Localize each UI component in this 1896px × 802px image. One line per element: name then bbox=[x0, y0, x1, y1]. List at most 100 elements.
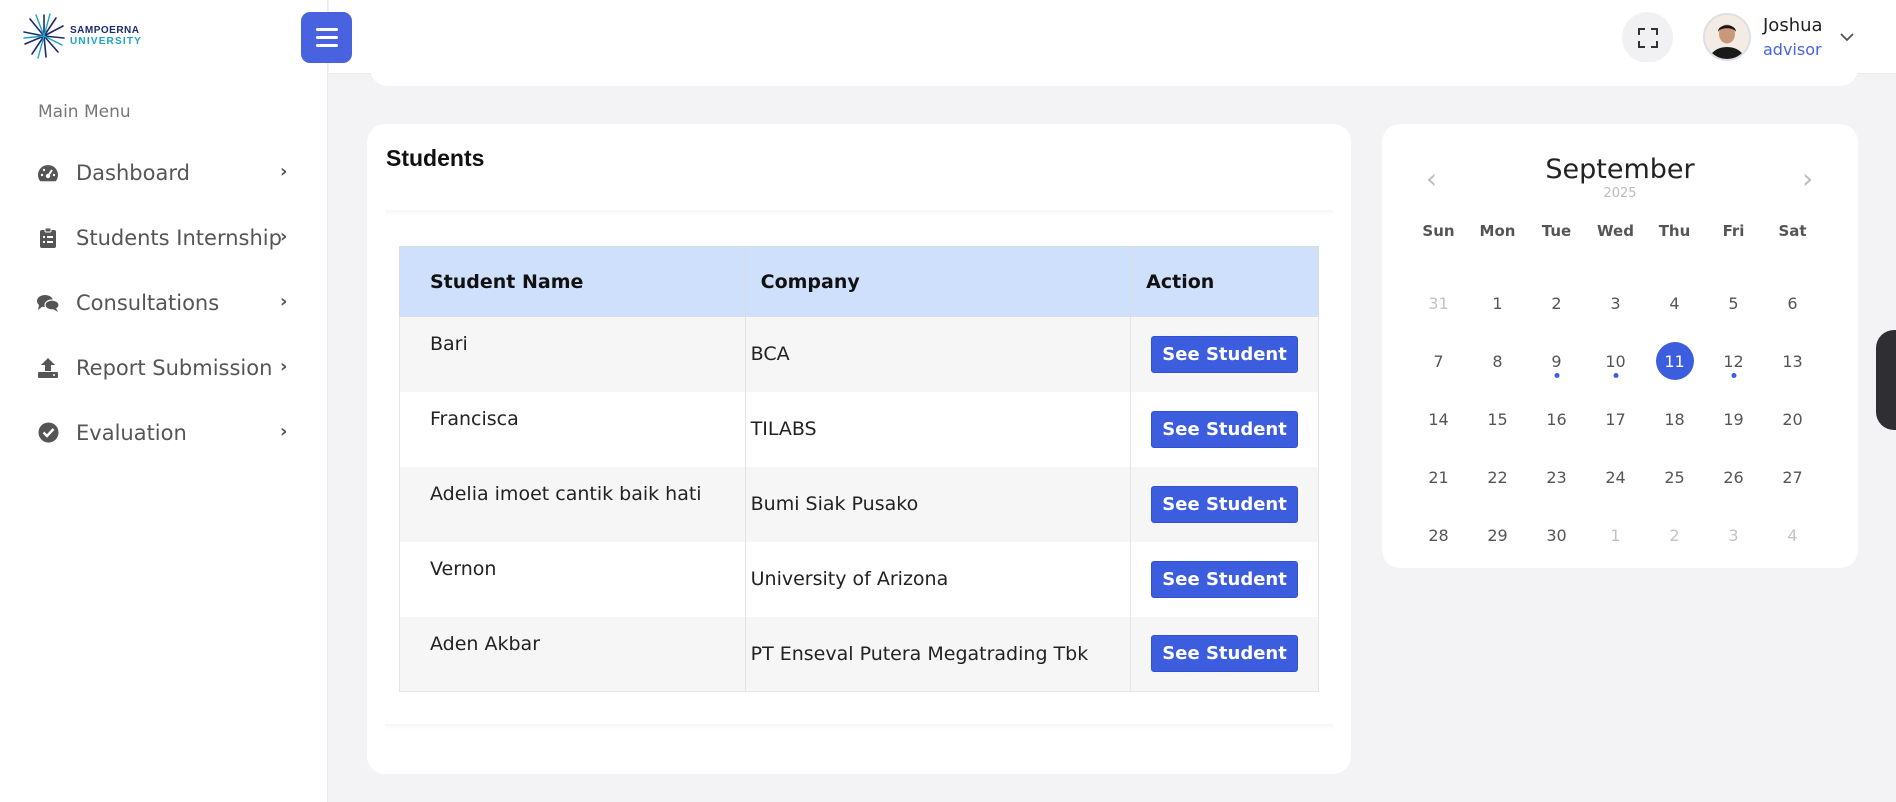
company-name: BCA bbox=[744, 316, 1132, 392]
calendar-day[interactable]: 20 bbox=[1763, 390, 1822, 448]
see-student-button[interactable]: See Student bbox=[1151, 335, 1298, 373]
action-cell: See Student bbox=[1130, 391, 1319, 467]
calendar-day-number: 4 bbox=[1669, 293, 1680, 313]
calendar-day[interactable]: 22 bbox=[1468, 448, 1527, 506]
calendar-day-number: 10 bbox=[1605, 351, 1626, 371]
weekday-label: Fri bbox=[1722, 222, 1745, 240]
sidebar-item-consultations[interactable]: Consultations › bbox=[0, 270, 328, 335]
calendar-day-number: 21 bbox=[1428, 467, 1449, 487]
calendar-day[interactable]: 17 bbox=[1586, 390, 1645, 448]
comments-icon bbox=[36, 291, 60, 315]
fullscreen-button[interactable] bbox=[1622, 12, 1673, 63]
calendar-day-number: 1 bbox=[1610, 525, 1621, 545]
calendar-day[interactable]: 8 bbox=[1468, 332, 1527, 390]
sidebar-item-report-submission[interactable]: Report Submission › bbox=[0, 335, 328, 400]
user-info: Joshua advisor bbox=[1763, 15, 1823, 59]
check-circle-icon bbox=[36, 421, 60, 445]
company-name: Bumi Siak Pusako bbox=[744, 466, 1132, 542]
see-student-button[interactable]: See Student bbox=[1151, 635, 1298, 673]
table-row: Bari BCA See Student bbox=[399, 316, 1319, 392]
see-student-button[interactable]: See Student bbox=[1151, 410, 1298, 448]
column-header-student-name: Student Name bbox=[399, 246, 746, 317]
calendar-grid: Sun Mon Tue Wed Thu Fri Sat 31 1 2 3 4 5 6 7 8 9 10 11 12 13… bbox=[1409, 216, 1822, 564]
side-panel-tab[interactable] bbox=[1876, 330, 1896, 430]
calendar-day[interactable]: 10 bbox=[1586, 332, 1645, 390]
sidebar-item-label: Dashboard bbox=[76, 160, 190, 185]
calendar-day[interactable]: 4 bbox=[1645, 274, 1704, 332]
avatar bbox=[1703, 13, 1751, 61]
student-name: Francisca bbox=[399, 391, 746, 467]
hamburger-menu-button[interactable] bbox=[301, 12, 352, 63]
calendar-day-number: 22 bbox=[1487, 467, 1508, 487]
calendar-day[interactable]: 27 bbox=[1763, 448, 1822, 506]
column-header-action: Action bbox=[1130, 246, 1319, 317]
calendar-day[interactable]: 26 bbox=[1704, 448, 1763, 506]
sidebar: SAMPOERNA UNIVERSITY Main Menu Dashboard… bbox=[0, 0, 328, 802]
chevron-right-icon: › bbox=[280, 225, 288, 247]
calendar-day[interactable]: 15 bbox=[1468, 390, 1527, 448]
calendar-day-number: 8 bbox=[1492, 351, 1503, 371]
calendar-day-selected[interactable]: 11 bbox=[1645, 332, 1704, 390]
calendar-day[interactable]: 24 bbox=[1586, 448, 1645, 506]
weekday-label: Mon bbox=[1479, 222, 1516, 240]
student-name: Adelia imoet cantik baik hati bbox=[399, 466, 746, 542]
calendar-day[interactable]: 12 bbox=[1704, 332, 1763, 390]
calendar-day[interactable]: 29 bbox=[1468, 506, 1527, 564]
calendar-day[interactable]: 3 bbox=[1586, 274, 1645, 332]
action-cell: See Student bbox=[1130, 541, 1319, 617]
table-row: Francisca TILABS See Student bbox=[399, 391, 1319, 467]
sidebar-item-evaluation[interactable]: Evaluation › bbox=[0, 400, 328, 465]
calendar-day-number: 25 bbox=[1664, 467, 1685, 487]
calendar-day[interactable]: 23 bbox=[1527, 448, 1586, 506]
calendar-day[interactable]: 1 bbox=[1586, 506, 1645, 564]
next-month-icon[interactable]: › bbox=[1802, 162, 1813, 195]
see-student-button[interactable]: See Student bbox=[1151, 485, 1298, 523]
chevron-right-icon: › bbox=[280, 355, 288, 377]
chevron-right-icon: › bbox=[280, 290, 288, 312]
action-cell: See Student bbox=[1130, 466, 1319, 542]
calendar-day[interactable]: 5 bbox=[1704, 274, 1763, 332]
sidebar-item-dashboard[interactable]: Dashboard › bbox=[0, 140, 328, 205]
calendar-day[interactable]: 31 bbox=[1409, 274, 1468, 332]
calendar-day[interactable]: 2 bbox=[1527, 274, 1586, 332]
university-logo[interactable]: SAMPOERNA UNIVERSITY bbox=[22, 12, 142, 60]
calendar-day-number: 7 bbox=[1433, 351, 1444, 371]
weekday-label: Tue bbox=[1541, 222, 1572, 240]
chevron-right-icon: › bbox=[280, 420, 288, 442]
calendar-day[interactable]: 14 bbox=[1409, 390, 1468, 448]
calendar-day-number: 5 bbox=[1728, 293, 1739, 313]
see-student-button[interactable]: See Student bbox=[1151, 560, 1298, 598]
logo-line-2: UNIVERSITY bbox=[70, 36, 143, 47]
calendar-day[interactable]: 25 bbox=[1645, 448, 1704, 506]
calendar-day[interactable]: 3 bbox=[1704, 506, 1763, 564]
calendar-day[interactable]: 21 bbox=[1409, 448, 1468, 506]
calendar-day[interactable]: 4 bbox=[1763, 506, 1822, 564]
sidebar-item-label: Students Internship bbox=[76, 225, 282, 250]
calendar-day[interactable]: 6 bbox=[1763, 274, 1822, 332]
user-name: Joshua bbox=[1763, 15, 1823, 36]
calendar-day[interactable]: 16 bbox=[1527, 390, 1586, 448]
calendar-day[interactable]: 19 bbox=[1704, 390, 1763, 448]
calendar-day-number: 15 bbox=[1487, 409, 1508, 429]
students-card-title: Students bbox=[386, 145, 485, 171]
calendar-day-number: 13 bbox=[1782, 351, 1803, 371]
calendar-day[interactable]: 18 bbox=[1645, 390, 1704, 448]
calendar-day[interactable]: 28 bbox=[1409, 506, 1468, 564]
sidebar-item-students-internship[interactable]: Students Internship › bbox=[0, 205, 328, 270]
calendar-day[interactable]: 30 bbox=[1527, 506, 1586, 564]
calendar-day[interactable]: 9 bbox=[1527, 332, 1586, 390]
calendar-day-number: 17 bbox=[1605, 409, 1626, 429]
calendar-day[interactable]: 13 bbox=[1763, 332, 1822, 390]
starburst-logo-icon bbox=[23, 13, 65, 59]
sidebar-item-label: Evaluation bbox=[76, 420, 187, 445]
calendar-day[interactable]: 1 bbox=[1468, 274, 1527, 332]
calendar-day-number: 30 bbox=[1546, 525, 1567, 545]
table-row: Aden Akbar PT Enseval Putera Megatrading… bbox=[399, 616, 1319, 692]
table-header-row: Student Name Company Action bbox=[399, 246, 1319, 317]
calendar-day[interactable]: 7 bbox=[1409, 332, 1468, 390]
user-menu[interactable]: Joshua advisor bbox=[1703, 13, 1855, 61]
calendar-day-number: 2 bbox=[1551, 293, 1562, 313]
logo-wordmark: SAMPOERNA UNIVERSITY bbox=[70, 25, 142, 47]
dashboard-icon bbox=[36, 161, 60, 185]
calendar-day[interactable]: 2 bbox=[1645, 506, 1704, 564]
